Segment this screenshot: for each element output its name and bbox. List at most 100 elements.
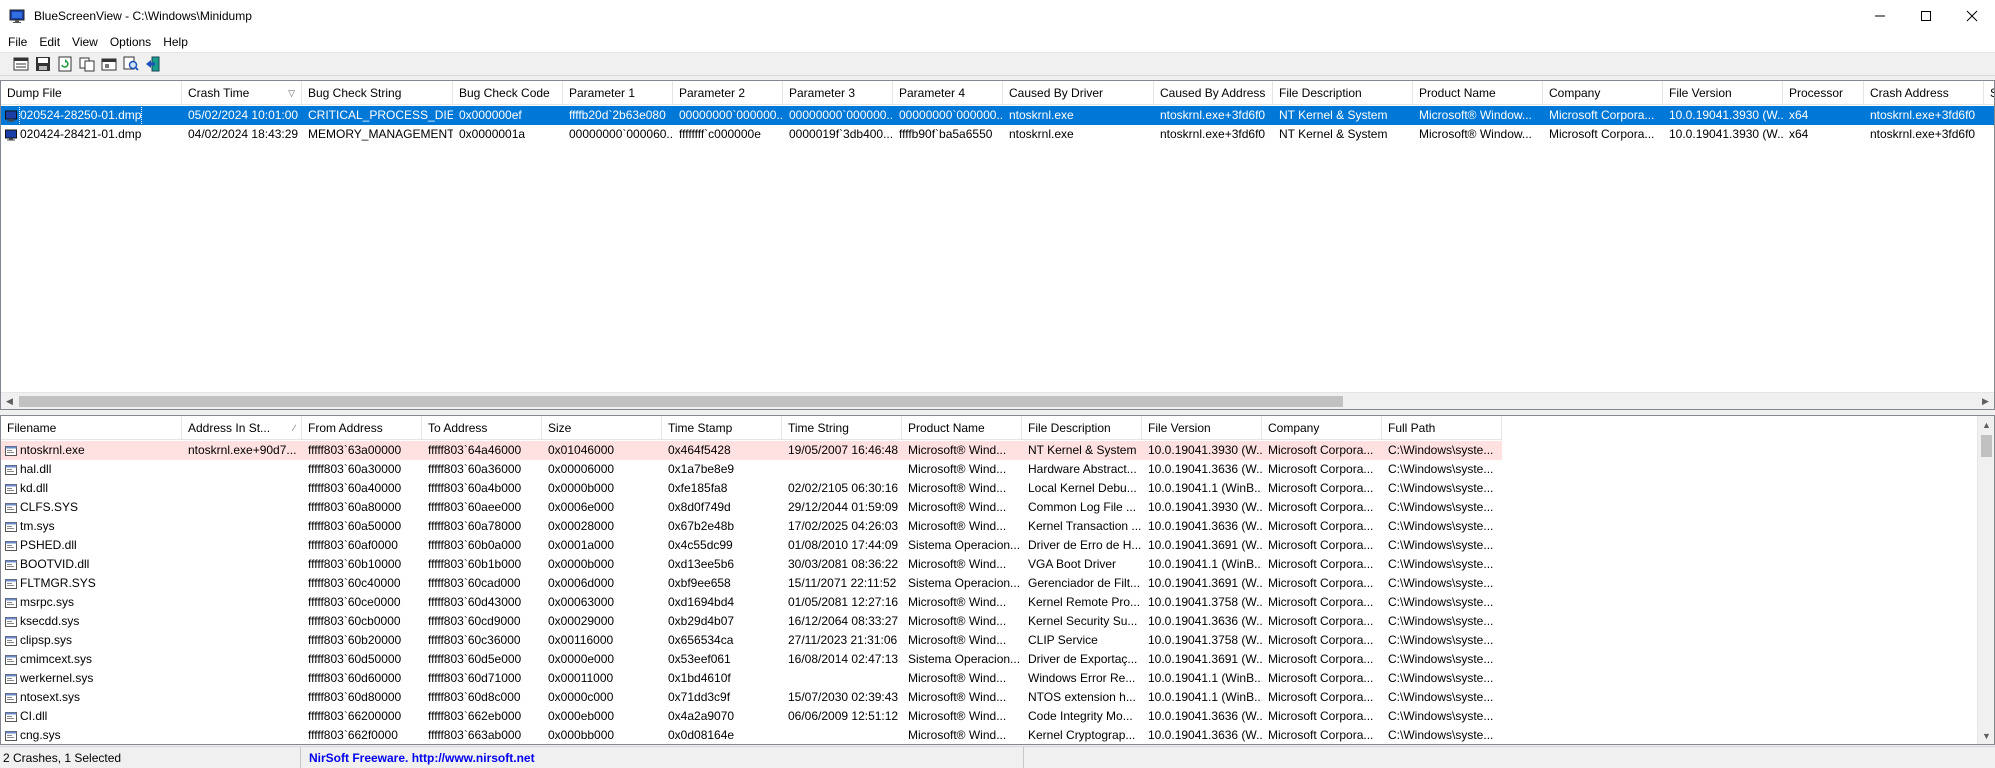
column-label: Parameter 3 bbox=[789, 86, 856, 100]
table-cell bbox=[782, 460, 902, 479]
column-header-filename[interactable]: Filename bbox=[1, 416, 182, 440]
menu-help[interactable]: Help bbox=[157, 35, 194, 49]
column-header-processor[interactable]: Processor bbox=[1783, 81, 1864, 105]
column-header-address-in-stack[interactable]: Address In St... ∕ bbox=[182, 416, 302, 440]
table-row[interactable]: 020424-28421-01.dmp 04/02/2024 18:43:29 ME… bbox=[1, 125, 1994, 144]
copy-button[interactable] bbox=[76, 54, 98, 74]
refresh-button[interactable] bbox=[54, 54, 76, 74]
column-header-file-description[interactable]: File Description bbox=[1022, 416, 1142, 440]
column-header-caused-by-address[interactable]: Caused By Address bbox=[1154, 81, 1273, 105]
table-cell: 0x00116000 bbox=[548, 633, 614, 647]
save-button[interactable] bbox=[32, 54, 54, 74]
properties-button[interactable] bbox=[10, 54, 32, 74]
column-header-parameter-4[interactable]: Parameter 4 bbox=[893, 81, 1003, 105]
column-header-time-string[interactable]: Time String bbox=[782, 416, 902, 440]
column-label: Bug Check Code bbox=[459, 86, 550, 100]
minimize-button[interactable] bbox=[1857, 0, 1903, 32]
table-row[interactable]: ksecdd.sys fffff803`60cb0000 fffff803`60cd… bbox=[1, 612, 1502, 631]
scroll-up-arrow-icon[interactable]: ▲ bbox=[1978, 416, 1994, 433]
table-cell: 0x8d0f749d bbox=[668, 500, 731, 514]
table-row[interactable]: hal.dll fffff803`60a30000 fffff803`60a3600… bbox=[1, 460, 1502, 479]
column-header-file-version[interactable]: File Version bbox=[1663, 81, 1783, 105]
column-header-company[interactable]: Company bbox=[1262, 416, 1382, 440]
table-cell: fffff803`60d8c000 bbox=[428, 690, 521, 704]
table-cell: 0x1a7be8e9 bbox=[668, 462, 735, 476]
table-row[interactable]: msrpc.sys fffff803`60ce0000 fffff803`60d43… bbox=[1, 593, 1502, 612]
table-cell: 00000000`000060... bbox=[569, 127, 673, 141]
scroll-down-arrow-icon[interactable]: ▼ bbox=[1978, 727, 1994, 744]
column-header-parameter-1[interactable]: Parameter 1 bbox=[563, 81, 673, 105]
table-row[interactable]: PSHED.dll fffff803`60af0000 fffff803`60b0a… bbox=[1, 536, 1502, 555]
table-row[interactable]: BOOTVID.dll fffff803`60b10000 fffff803`60b… bbox=[1, 555, 1502, 574]
advanced-options-button[interactable] bbox=[98, 54, 120, 74]
table-cell: fffff803`60d60000 bbox=[308, 671, 402, 685]
row-primary-cell: tm.sys bbox=[1, 517, 182, 536]
column-header-product-name[interactable]: Product Name bbox=[1413, 81, 1543, 105]
column-header-parameter-2[interactable]: Parameter 2 bbox=[673, 81, 783, 105]
title-bar: BlueScreenView - C:\Windows\Minidump bbox=[0, 0, 1995, 32]
status-summary: 2 Crashes, 1 Selected bbox=[0, 746, 301, 768]
column-header-bug-check-code[interactable]: Bug Check Code bbox=[453, 81, 563, 105]
table-cell: 0000019f`3db400... bbox=[789, 127, 893, 141]
dump-file-icon bbox=[5, 129, 17, 140]
column-header-crash-address[interactable]: Crash Address bbox=[1864, 81, 1984, 105]
table-row[interactable]: FLTMGR.SYS fffff803`60c40000 fffff803`60ca… bbox=[1, 574, 1502, 593]
table-row[interactable]: ntosext.sys fffff803`60d80000 fffff803`60d… bbox=[1, 688, 1502, 707]
column-header-file-description[interactable]: File Description bbox=[1273, 81, 1413, 105]
driver-file-icon bbox=[5, 483, 17, 494]
scroll-left-arrow-icon[interactable]: ◀ bbox=[1, 393, 18, 409]
column-header-truncated[interactable]: S bbox=[1984, 81, 1994, 105]
table-row[interactable]: 020524-28250-01.dmp 05/02/2024 10:01:00 CR… bbox=[1, 106, 1994, 125]
table-row[interactable]: CI.dll fffff803`66200000 fffff803`662eb000… bbox=[1, 707, 1502, 726]
row-primary-cell: ntoskrnl.exe bbox=[1, 441, 182, 460]
menu-view[interactable]: View bbox=[66, 35, 104, 49]
column-header-dump-file[interactable]: Dump File bbox=[1, 81, 182, 105]
table-row[interactable]: cng.sys fffff803`662f0000 fffff803`663ab00… bbox=[1, 726, 1502, 744]
menu-options[interactable]: Options bbox=[104, 35, 157, 49]
table-cell: 29/12/2044 01:59:09 bbox=[788, 500, 899, 514]
find-button[interactable] bbox=[120, 54, 142, 74]
crash-list-horizontal-scrollbar[interactable]: ◀ ▶ bbox=[1, 392, 1994, 409]
column-header-full-path[interactable]: Full Path bbox=[1382, 416, 1502, 440]
menu-file[interactable]: File bbox=[2, 35, 33, 49]
table-cell: Local Kernel Debu... bbox=[1028, 481, 1137, 495]
table-cell: Common Log File ... bbox=[1028, 500, 1137, 514]
maximize-icon bbox=[1921, 11, 1931, 21]
column-header-file-version[interactable]: File Version bbox=[1142, 416, 1262, 440]
table-row[interactable]: kd.dll fffff803`60a40000 fffff803`60a4b000… bbox=[1, 479, 1502, 498]
column-header-time-stamp[interactable]: Time Stamp bbox=[662, 416, 782, 440]
column-header-caused-by-driver[interactable]: Caused By Driver bbox=[1003, 81, 1154, 105]
column-header-to-address[interactable]: To Address bbox=[422, 416, 542, 440]
table-row[interactable]: tm.sys fffff803`60a50000 fffff803`60a78000… bbox=[1, 517, 1502, 536]
column-header-from-address[interactable]: From Address bbox=[302, 416, 422, 440]
column-header-product-name[interactable]: Product Name bbox=[902, 416, 1022, 440]
scrollbar-thumb[interactable] bbox=[1981, 435, 1992, 457]
table-row[interactable]: CLFS.SYS fffff803`60a80000 fffff803`60aee0… bbox=[1, 498, 1502, 517]
column-label: Company bbox=[1549, 86, 1601, 100]
table-cell bbox=[182, 517, 302, 536]
table-row[interactable]: cmimcext.sys fffff803`60d50000 fffff803`60… bbox=[1, 650, 1502, 669]
scroll-right-arrow-icon[interactable]: ▶ bbox=[1977, 393, 1994, 409]
table-cell: Microsoft Corpora... bbox=[1268, 538, 1374, 552]
table-cell: C:\Windows\syste... bbox=[1388, 728, 1494, 742]
exit-button[interactable] bbox=[142, 54, 164, 74]
table-cell: fffff803`60d71000 bbox=[428, 671, 522, 685]
advanced-options-icon bbox=[101, 58, 117, 71]
table-row[interactable]: werkernel.sys fffff803`60d60000 fffff803`6… bbox=[1, 669, 1502, 688]
driver-list-vertical-scrollbar[interactable]: ▲ ▼ bbox=[1977, 416, 1994, 744]
column-header-company[interactable]: Company bbox=[1543, 81, 1663, 105]
menu-edit[interactable]: Edit bbox=[33, 35, 66, 49]
maximize-button[interactable] bbox=[1903, 0, 1949, 32]
column-header-crash-time[interactable]: Crash Time ▽ bbox=[182, 81, 302, 105]
column-header-size[interactable]: Size bbox=[542, 416, 662, 440]
nirsoft-link[interactable]: NirSoft Freeware. http://www.nirsoft.net bbox=[304, 751, 535, 765]
close-button[interactable] bbox=[1949, 0, 1995, 32]
column-header-bug-check-string[interactable]: Bug Check String bbox=[302, 81, 453, 105]
table-row[interactable]: ntoskrnl.exe ntoskrnl.exe+90d7... fffff803… bbox=[1, 441, 1502, 460]
scrollbar-thumb[interactable] bbox=[19, 396, 1343, 407]
table-row[interactable]: clipsp.sys fffff803`60b20000 fffff803`60c3… bbox=[1, 631, 1502, 650]
table-cell: Sistema Operacion... bbox=[908, 538, 1021, 552]
row-primary-cell: 020424-28421-01.dmp bbox=[1, 125, 182, 144]
table-cell: Driver de Exportaç... bbox=[1028, 652, 1138, 666]
column-header-parameter-3[interactable]: Parameter 3 bbox=[783, 81, 893, 105]
